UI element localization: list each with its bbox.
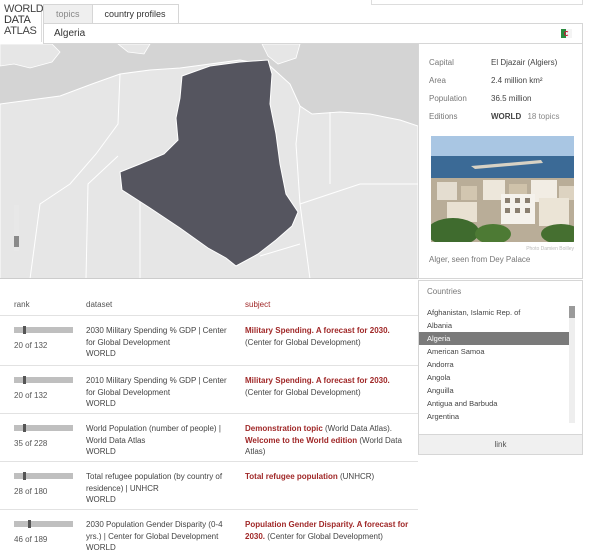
subject-title-link[interactable]: Welcome to the World edition: [245, 436, 357, 445]
subject-title-link[interactable]: Total refugee population: [245, 472, 338, 481]
country-list-item[interactable]: Algeria: [419, 332, 571, 345]
countries-list[interactable]: Afghanistan, Islamic Rep. of Albania Alger…: [419, 306, 571, 423]
rank-bar: [14, 520, 73, 528]
zoom-slider-handle[interactable]: [14, 236, 19, 247]
table-row[interactable]: 20 of 132 2030 Military Spending % GDP | …: [0, 315, 418, 365]
dataset-name[interactable]: 2030 Military Spending % GDP | Center fo…: [86, 325, 236, 348]
header-subject: subject: [245, 300, 271, 309]
world-data-atlas-logo[interactable]: WORLD DATA ATLAS: [4, 4, 44, 42]
subject-cell[interactable]: Total refugee population (UNHCR): [245, 471, 415, 483]
country-list-item[interactable]: Antigua and Barbuda: [419, 397, 571, 410]
subject-cell[interactable]: Military Spending. A forecast for 2030. …: [245, 375, 415, 398]
editions-value: WORLD 18 topics: [491, 112, 559, 121]
rank-bar: [14, 424, 73, 432]
country-list-item[interactable]: Albania: [419, 319, 571, 332]
dataset-name[interactable]: 2010 Military Spending % GDP | Center fo…: [86, 375, 236, 398]
dataset-edition: WORLD: [86, 495, 116, 504]
countries-header: Countries: [427, 287, 462, 296]
subject-source: (World Data Atlas).: [322, 424, 392, 433]
rank-value: 28 of 180: [14, 487, 48, 496]
country-list-item[interactable]: American Samoa: [419, 345, 571, 358]
table-row[interactable]: 28 of 180 Total refugee population (by co…: [0, 461, 418, 509]
subject-cell[interactable]: Population Gender Disparity. A forecast …: [245, 519, 415, 542]
dataset-edition: WORLD: [86, 399, 116, 408]
population-value: 36.5 million: [491, 94, 532, 103]
subject-title-link[interactable]: Demonstration topic: [245, 424, 323, 433]
subject-source: (Center for Global Development): [265, 531, 383, 541]
rank-bar-marker: [23, 376, 26, 384]
algeria-flag-icon: [561, 29, 572, 38]
population-label: Population: [429, 94, 467, 103]
top-search-box[interactable]: [371, 0, 583, 5]
rank-bar-marker: [23, 472, 26, 480]
dataset-cell[interactable]: World Population (number of people) | Wo…: [86, 423, 236, 458]
rank-bar-marker: [28, 520, 31, 528]
city-photo: [431, 136, 574, 242]
country-list-item[interactable]: Anguilla: [419, 384, 571, 397]
subject-source: (Center for Global Development): [245, 387, 361, 397]
countries-scrollbar[interactable]: [569, 306, 575, 423]
subject-cell[interactable]: Demonstration topic (World Data Atlas). …: [245, 423, 415, 458]
main-tabs: topics country profiles: [43, 4, 179, 24]
rank-bar: [14, 376, 73, 384]
map-svg: [0, 44, 418, 278]
country-list-item[interactable]: Argentina: [419, 410, 571, 423]
photo-caption: Alger, seen from Dey Palace: [429, 255, 531, 264]
country-list-item[interactable]: Andorra: [419, 358, 571, 371]
editions-edition-link[interactable]: WORLD: [491, 112, 521, 121]
table-row[interactable]: 20 of 132 2010 Military Spending % GDP | …: [0, 365, 418, 413]
subject-title-link[interactable]: Military Spending. A forecast for 2030.: [245, 376, 390, 385]
capital-label: Capital: [429, 58, 454, 67]
subject-source: (Center for Global Development): [245, 337, 361, 347]
countries-scrollbar-thumb[interactable]: [569, 306, 575, 318]
subject-title-link[interactable]: Military Spending. A forecast for 2030.: [245, 326, 390, 335]
photo-credit: Photo Damien Boilley: [526, 246, 574, 252]
country-list-item[interactable]: Angola: [419, 371, 571, 384]
header-rank: rank: [14, 300, 30, 309]
dataset-name[interactable]: 2030 Population Gender Disparity (0-4 yr…: [86, 519, 236, 542]
country-map[interactable]: [0, 44, 418, 279]
country-title-bar: Algeria: [43, 23, 583, 44]
logo-line-3: ATLAS: [4, 25, 37, 37]
rank-bar: [14, 472, 73, 480]
table-row[interactable]: 35 of 228 World Population (number of peo…: [0, 413, 418, 461]
dataset-name[interactable]: World Population (number of people) | Wo…: [86, 423, 236, 446]
editions-label: Editions: [429, 112, 458, 121]
dataset-cell[interactable]: 2030 Population Gender Disparity (0-4 yr…: [86, 519, 236, 554]
countries-panel: Countries Afghanistan, Islamic Rep. of Al…: [418, 280, 583, 455]
tab-topics[interactable]: topics: [43, 4, 93, 23]
area-label: Area: [429, 76, 446, 85]
dataset-cell[interactable]: 2010 Military Spending % GDP | Center fo…: [86, 375, 236, 410]
rank-bar-marker: [23, 424, 26, 432]
country-name: Algeria: [54, 28, 86, 39]
rank-value: 20 of 132: [14, 341, 48, 350]
country-info-panel: Capital El Djazair (Algiers) Area 2.4 mi…: [418, 44, 583, 279]
dataset-name[interactable]: Total refugee population (by country of …: [86, 471, 236, 494]
dataset-edition: WORLD: [86, 543, 116, 552]
dataset-cell[interactable]: 2030 Military Spending % GDP | Center fo…: [86, 325, 236, 360]
header-dataset: dataset: [86, 300, 113, 309]
subject-cell[interactable]: Military Spending. A forecast for 2030. …: [245, 325, 415, 348]
dataset-edition: WORLD: [86, 349, 116, 358]
area-value: 2.4 million km²: [491, 76, 543, 85]
table-row[interactable]: 46 of 189 2030 Population Gender Disparit…: [0, 509, 418, 557]
dataset-edition: WORLD: [86, 447, 116, 456]
rank-bar-marker: [23, 326, 26, 334]
city-photo-svg: [431, 136, 574, 242]
link-button[interactable]: link: [419, 434, 582, 454]
rank-bar: [14, 326, 73, 334]
editions-topics: 18 topics: [527, 112, 560, 121]
country-list-item[interactable]: Afghanistan, Islamic Rep. of: [419, 306, 571, 319]
subject-source: (UNHCR): [337, 472, 375, 481]
tab-country-profiles[interactable]: country profiles: [91, 4, 179, 24]
dataset-cell[interactable]: Total refugee population (by country of …: [86, 471, 236, 506]
rank-value: 46 of 189: [14, 535, 48, 544]
capital-value: El Djazair (Algiers): [491, 58, 558, 67]
rank-value: 35 of 228: [14, 439, 48, 448]
rank-value: 20 of 132: [14, 391, 48, 400]
